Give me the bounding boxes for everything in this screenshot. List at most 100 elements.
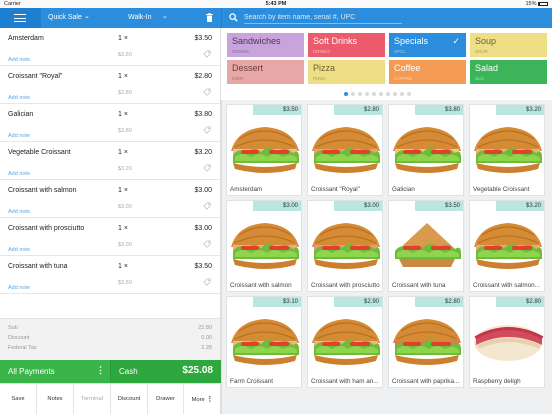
order-type-select[interactable]: Quick Sale [48, 14, 82, 21]
more-vertical-icon[interactable]: ⋮ [96, 365, 105, 376]
tax-row: Federal Tax 2.28 [8, 345, 212, 351]
order-item-qty[interactable]: 1 × [118, 149, 128, 156]
terminal-button[interactable]: Terminal [74, 384, 111, 414]
order-item[interactable]: Amsterdam 1 × $3.50 Add note $3.50 [0, 28, 220, 66]
page-dot[interactable] [344, 92, 348, 96]
all-payments-label: All Payments [8, 367, 55, 376]
product-price: $3.50 [253, 105, 301, 115]
page-dot[interactable] [358, 92, 362, 96]
order-item[interactable]: Galician 1 × $3.80 Add note $3.80 [0, 104, 220, 142]
clock: 5:43 PM [265, 1, 287, 7]
product-card[interactable]: $3.10 Farm Croissant [226, 296, 302, 388]
product-price: $2.90 [334, 297, 382, 307]
trash-icon[interactable] [206, 13, 213, 22]
add-note-link[interactable]: Add note [8, 247, 30, 253]
product-name: Raspberry deligh [473, 378, 521, 385]
bottom-toolbar: Save Notes Terminal Discount Drawer More… [0, 383, 221, 414]
tag-icon[interactable] [203, 126, 211, 134]
category-code: DSRT [232, 76, 245, 81]
category-specials[interactable]: Specials SPCL ✓ [389, 33, 466, 57]
page-dot[interactable] [386, 92, 390, 96]
product-price: $3.00 [253, 201, 301, 211]
category-salad[interactable]: Salad SLD [470, 60, 547, 84]
order-item[interactable]: Croissant with salmon 1 × $3.00 Add note $3.… [0, 180, 220, 218]
product-card[interactable]: $3.20 Vegetable Croissant [469, 104, 545, 196]
product-card[interactable]: $3.20 Croissant with salmon... [469, 200, 545, 292]
product-card[interactable]: $3.50 Croissant with tuna [388, 200, 464, 292]
add-note-link[interactable]: Add note [8, 133, 30, 139]
order-item-unit-price: $3.50 [118, 280, 132, 286]
product-card[interactable]: $3.50 Amsterdam [226, 104, 302, 196]
category-code: SNDWS [232, 49, 249, 54]
category-soft-drinks[interactable]: Soft Drinks DRINKS [308, 33, 385, 57]
product-card[interactable]: $2.80 Croissant with paprika... [388, 296, 464, 388]
category-coffee[interactable]: Coffee COFFEE [389, 60, 466, 84]
cash-button[interactable]: Cash $25.08 [110, 360, 221, 383]
product-image [395, 223, 461, 267]
order-item-qty[interactable]: 1 × [118, 225, 128, 232]
product-image [393, 319, 461, 365]
page-dot[interactable] [365, 92, 369, 96]
tag-icon[interactable] [203, 164, 211, 172]
page-dot[interactable] [393, 92, 397, 96]
category-sandwiches[interactable]: Sandwiches SNDWS [227, 33, 304, 57]
page-dot[interactable] [400, 92, 404, 96]
page-dot[interactable] [407, 92, 411, 96]
tag-icon[interactable] [203, 240, 211, 248]
add-note-link[interactable]: Add note [8, 171, 30, 177]
product-price: $2.80 [415, 297, 463, 307]
discount-button[interactable]: Discount [111, 384, 148, 414]
order-item-qty[interactable]: 1 × [118, 263, 128, 270]
category-name: Soft Drinks [313, 36, 358, 46]
drawer-button[interactable]: Drawer [148, 384, 184, 414]
tag-icon[interactable] [203, 202, 211, 210]
order-item[interactable]: Croissant with tuna 1 × $3.50 Add note $3.50 [0, 256, 220, 294]
chevron-down-icon: ⌄ [84, 13, 90, 20]
search-input[interactable] [244, 12, 402, 24]
tag-icon[interactable] [203, 88, 211, 96]
product-card[interactable]: $3.00 Croissant with prosciutto [307, 200, 383, 292]
order-item-price: $3.50 [194, 35, 212, 42]
add-note-link[interactable]: Add note [8, 95, 30, 101]
tag-icon[interactable] [203, 50, 211, 58]
all-payments-button[interactable]: All Payments ⋮ [0, 360, 110, 383]
category-dessert[interactable]: Dessert DSRT [227, 60, 304, 84]
product-card[interactable]: $2.80 Raspberry deligh [469, 296, 545, 388]
add-note-link[interactable]: Add note [8, 209, 30, 215]
add-note-link[interactable]: Add note [8, 285, 30, 291]
menu-button[interactable] [0, 8, 41, 28]
order-item-unit-price: $3.00 [118, 242, 132, 248]
subtotal-row: Sub 22.80 [8, 325, 212, 331]
tag-icon[interactable] [203, 278, 211, 286]
order-item[interactable]: Croissant with prosciutto 1 × $3.00 Add not… [0, 218, 220, 256]
page-dot[interactable] [351, 92, 355, 96]
order-item-qty[interactable]: 1 × [118, 187, 128, 194]
order-item-qty[interactable]: 1 × [118, 111, 128, 118]
order-totals: Sub 22.80 Discount 0.00 Federal Tax 2.28 [0, 318, 221, 360]
order-item-name: Amsterdam [8, 35, 44, 42]
product-card[interactable]: $3.00 Croissant with salmon [226, 200, 302, 292]
category-soup[interactable]: Soup SOUP [470, 33, 547, 57]
add-note-link[interactable]: Add note [8, 57, 30, 63]
save-button[interactable]: Save [0, 384, 37, 414]
order-item-unit-price: $3.80 [118, 128, 132, 134]
product-image [474, 325, 544, 361]
page-dot[interactable] [379, 92, 383, 96]
product-name: Croissant with ham an... [311, 378, 379, 385]
order-item[interactable]: Vegetable Croissant 1 × $3.20 Add note $3.20 [0, 142, 220, 180]
customer-select[interactable]: Walk-In [128, 14, 151, 21]
product-card[interactable]: $2.80 Croissant "Royal" [307, 104, 383, 196]
notes-button[interactable]: Notes [37, 384, 74, 414]
order-item-qty[interactable]: 1 × [118, 35, 128, 42]
product-image [312, 223, 380, 269]
battery-percent: 15% [525, 1, 537, 7]
category-pizza[interactable]: Pizza PIZZA [308, 60, 385, 84]
order-item[interactable]: Croissant "Royal" 1 × $2.80 Add note $2.80 [0, 66, 220, 104]
product-card[interactable]: $2.90 Croissant with ham an... [307, 296, 383, 388]
product-name: Croissant with salmon... [473, 282, 540, 289]
order-item-qty[interactable]: 1 × [118, 73, 128, 80]
more-button[interactable]: More ⋮ [184, 384, 221, 414]
product-card[interactable]: $3.80 Galician [388, 104, 464, 196]
page-dot[interactable] [372, 92, 376, 96]
order-item-unit-price: $3.50 [118, 52, 132, 58]
